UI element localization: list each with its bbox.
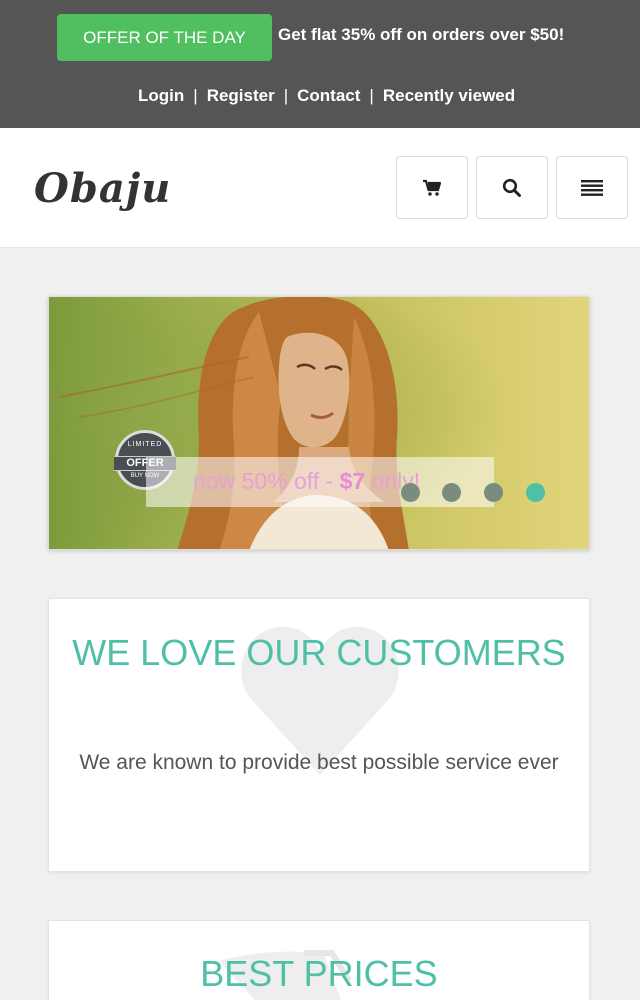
top-links: Login | Register | Contact | Recently viewed bbox=[138, 86, 515, 106]
cart-button[interactable] bbox=[396, 156, 468, 219]
offer-text: Get flat 35% off on orders over $50! bbox=[278, 25, 565, 44]
slider-dot-3[interactable] bbox=[484, 483, 503, 502]
login-link[interactable]: Login bbox=[138, 86, 184, 105]
offer-of-the-day-button[interactable]: OFFER OF THE DAY bbox=[57, 14, 272, 61]
slider-dot-2[interactable] bbox=[442, 483, 461, 502]
search-button[interactable] bbox=[476, 156, 548, 219]
feature-text: We are known to provide best possible se… bbox=[79, 751, 559, 774]
separator: | bbox=[193, 86, 198, 105]
slide-image bbox=[49, 297, 589, 549]
register-link[interactable]: Register bbox=[207, 86, 275, 105]
slider-dot-1[interactable] bbox=[401, 483, 420, 502]
hero-slider[interactable]: LIMITED OFFER BUY NOW now 50% off - $7 o… bbox=[48, 296, 590, 550]
logo[interactable]: Obaju bbox=[34, 165, 171, 212]
separator: | bbox=[369, 86, 374, 105]
navbar: Obaju bbox=[0, 128, 640, 248]
recently-viewed-link[interactable]: Recently viewed bbox=[383, 86, 515, 105]
caption-prefix: now 50% off - bbox=[193, 468, 340, 494]
feature-title: WE LOVE OUR CUSTOMERS bbox=[72, 632, 566, 673]
cart-icon bbox=[423, 179, 442, 196]
contact-link[interactable]: Contact bbox=[297, 86, 360, 105]
badge-top-text: LIMITED bbox=[127, 441, 163, 448]
search-icon bbox=[502, 178, 521, 197]
slide-caption: now 50% off - $7 only! bbox=[146, 457, 494, 507]
menu-button[interactable] bbox=[556, 156, 628, 219]
feature-title: BEST PRICES bbox=[200, 953, 438, 994]
slider-dot-4[interactable] bbox=[526, 483, 545, 502]
top-bar: OFFER OF THE DAY Get flat 35% off on ord… bbox=[0, 0, 640, 128]
menu-icon bbox=[581, 179, 603, 196]
feature-box-prices: BEST PRICES bbox=[48, 920, 590, 1000]
caption-price: $7 bbox=[339, 468, 366, 494]
separator: | bbox=[283, 86, 289, 105]
feature-box-customers: WE LOVE OUR CUSTOMERS We are known to pr… bbox=[48, 598, 590, 872]
caption-text: now 50% off - $7 only! bbox=[193, 468, 420, 495]
